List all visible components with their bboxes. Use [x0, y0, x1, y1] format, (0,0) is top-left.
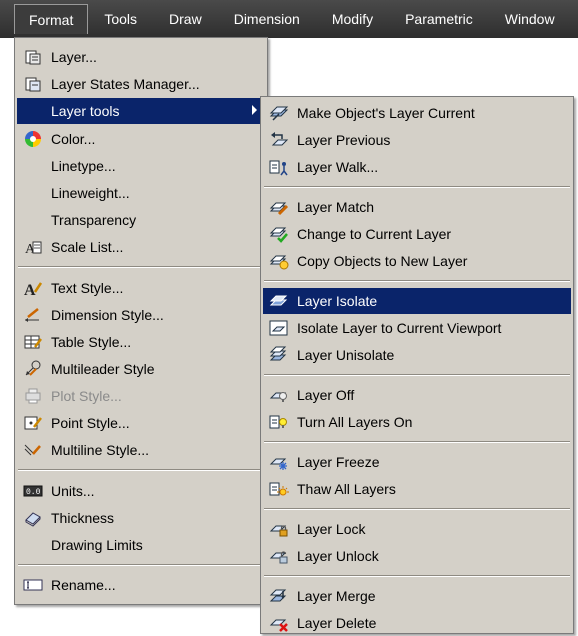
- multileader-style-icon: [22, 359, 44, 379]
- menu-separator: [18, 469, 264, 471]
- svg-text:0.0: 0.0: [26, 488, 41, 497]
- menu-item-color[interactable]: Color...: [17, 126, 265, 152]
- menu-item-lineweight[interactable]: Lineweight...: [17, 180, 265, 206]
- multiline-style-icon: [22, 440, 44, 460]
- menu-format[interactable]: Format: [14, 4, 89, 34]
- menu-item-make-objects-layer-current[interactable]: Make Object's Layer Current: [263, 100, 571, 126]
- menu-bar: Format Tools Draw Dimension Modify Param…: [0, 0, 578, 38]
- menu-item-scale-list[interactable]: A Scale List...: [17, 234, 265, 260]
- menu-item-layer[interactable]: Layer...: [17, 44, 265, 70]
- menu-item-units[interactable]: 0.0 Units...: [17, 478, 265, 504]
- menu-item-layer-unisolate[interactable]: Layer Unisolate: [263, 342, 571, 368]
- menu-item-multiline-style[interactable]: Multiline Style...: [17, 437, 265, 463]
- format-menu: Layer... Layer States Manager... Layer t…: [14, 37, 268, 605]
- menu-item-table-style[interactable]: Table Style...: [17, 329, 265, 355]
- layer-previous-icon: [268, 130, 290, 150]
- menu-item-layer-lock[interactable]: Layer Lock: [263, 516, 571, 542]
- menu-separator: [264, 374, 570, 376]
- menu-draw[interactable]: Draw: [153, 4, 218, 34]
- menu-item-layer-match[interactable]: Layer Match: [263, 194, 571, 220]
- menu-item-linetype[interactable]: Linetype...: [17, 153, 265, 179]
- menu-separator: [264, 186, 570, 188]
- plot-style-icon: [22, 386, 44, 406]
- menu-tools[interactable]: Tools: [88, 4, 153, 34]
- menu-item-layer-isolate[interactable]: Layer Isolate: [263, 288, 571, 314]
- change-to-current-layer-icon: [268, 224, 290, 244]
- menu-item-rename[interactable]: Rename...: [17, 572, 265, 598]
- menu-separator: [18, 564, 264, 566]
- menu-separator: [264, 280, 570, 282]
- color-wheel-icon: [22, 129, 44, 149]
- copy-objects-to-new-layer-icon: [268, 251, 290, 271]
- menu-modify[interactable]: Modify: [316, 4, 389, 34]
- menu-item-layer-delete[interactable]: Layer Delete: [263, 610, 571, 636]
- layer-delete-icon: [268, 613, 290, 633]
- units-icon: 0.0: [22, 481, 44, 501]
- layer-states-icon: [22, 74, 44, 94]
- menu-item-thickness[interactable]: Thickness: [17, 505, 265, 531]
- layer-merge-icon: [268, 586, 290, 606]
- menu-item-layer-merge[interactable]: Layer Merge: [263, 583, 571, 609]
- menu-item-copy-objects-to-new-layer[interactable]: Copy Objects to New Layer: [263, 248, 571, 274]
- menu-item-change-to-current-layer[interactable]: Change to Current Layer: [263, 221, 571, 247]
- layer-match-icon: [268, 197, 290, 217]
- text-style-icon: A: [22, 278, 44, 298]
- menu-item-transparency[interactable]: Transparency: [17, 207, 265, 233]
- layer-freeze-icon: [268, 452, 290, 472]
- layer-isolate-icon: [268, 291, 290, 311]
- layer-off-icon: [268, 385, 290, 405]
- menu-item-thaw-all-layers[interactable]: Thaw All Layers: [263, 476, 571, 502]
- isolate-viewport-icon: [268, 318, 290, 338]
- layer-walk-icon: [268, 157, 290, 177]
- menu-item-plot-style[interactable]: Plot Style...: [17, 383, 265, 409]
- layer-lock-icon: [268, 519, 290, 539]
- menu-separator: [264, 441, 570, 443]
- menu-separator: [264, 508, 570, 510]
- svg-text:A: A: [24, 282, 36, 297]
- menu-item-text-style[interactable]: A Text Style...: [17, 275, 265, 301]
- layer-tools-submenu: Make Object's Layer Current Layer Previo…: [260, 96, 574, 634]
- submenu-arrow-icon: [252, 105, 257, 115]
- menu-item-layer-off[interactable]: Layer Off: [263, 382, 571, 408]
- turn-all-layers-on-icon: [268, 412, 290, 432]
- menu-separator: [18, 266, 264, 268]
- menu-item-drawing-limits[interactable]: Drawing Limits: [17, 532, 265, 558]
- layer-unlock-icon: [268, 546, 290, 566]
- dimension-style-icon: [22, 305, 44, 325]
- menu-item-layer-freeze[interactable]: Layer Freeze: [263, 449, 571, 475]
- menu-item-turn-all-layers-on[interactable]: Turn All Layers On: [263, 409, 571, 435]
- menu-item-point-style[interactable]: Point Style...: [17, 410, 265, 436]
- menu-parametric[interactable]: Parametric: [389, 4, 489, 34]
- menu-item-layer-states-manager[interactable]: Layer States Manager...: [17, 71, 265, 97]
- make-layer-current-icon: [268, 103, 290, 123]
- menu-item-layer-unlock[interactable]: Layer Unlock: [263, 543, 571, 569]
- menu-item-isolate-layer-to-current-viewport[interactable]: Isolate Layer to Current Viewport: [263, 315, 571, 341]
- menu-item-multileader-style[interactable]: Multileader Style: [17, 356, 265, 382]
- point-style-icon: [22, 413, 44, 433]
- scale-list-icon: A: [22, 237, 44, 257]
- menu-item-layer-walk[interactable]: Layer Walk...: [263, 154, 571, 180]
- table-style-icon: [22, 332, 44, 352]
- menu-window[interactable]: Window: [489, 4, 571, 34]
- thaw-all-layers-icon: [268, 479, 290, 499]
- menu-item-dimension-style[interactable]: Dimension Style...: [17, 302, 265, 328]
- thickness-icon: [22, 508, 44, 528]
- layer-unisolate-icon: [268, 345, 290, 365]
- rename-icon: [22, 575, 44, 595]
- menu-separator: [264, 575, 570, 577]
- menu-item-layer-tools[interactable]: Layer tools: [17, 98, 265, 124]
- menu-dimension[interactable]: Dimension: [218, 4, 316, 34]
- layer-properties-icon: [22, 47, 44, 67]
- menu-item-layer-previous[interactable]: Layer Previous: [263, 127, 571, 153]
